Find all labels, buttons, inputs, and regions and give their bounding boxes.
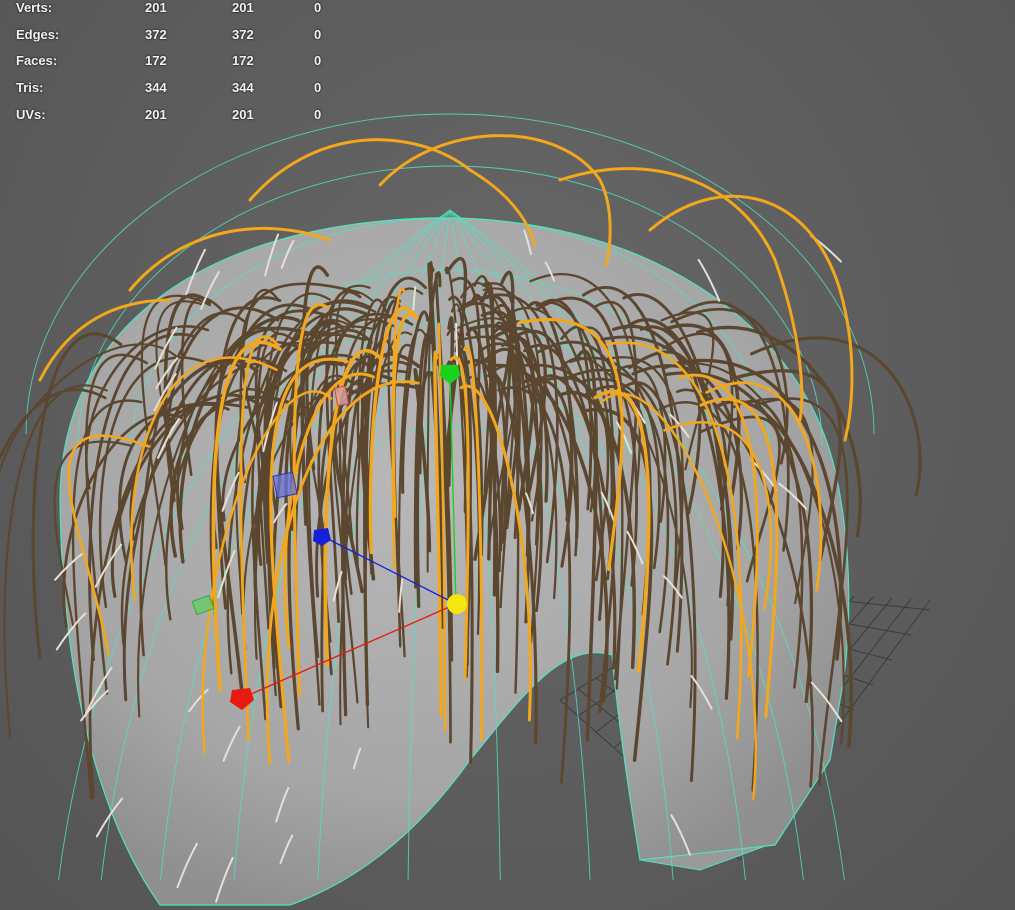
xy-plane-handle[interactable] [272, 471, 298, 499]
scene-canvas[interactable] [0, 0, 1015, 910]
hud-row: Tris: 344 344 0 [16, 74, 354, 101]
hud-row: Verts: 201 201 0 [16, 0, 354, 21]
hud-value: 344 [145, 80, 167, 96]
hud-value: 372 [145, 26, 167, 42]
hud-row: Edges: 372 372 0 [16, 21, 354, 48]
center-handle[interactable] [447, 594, 467, 614]
hud-row: UVs: 201 201 0 [16, 101, 354, 128]
3d-viewport[interactable]: Verts: 201 201 0 Edges: 372 372 0 Faces:… [0, 0, 1015, 910]
hud-value: 172 [145, 53, 167, 69]
poly-count-table: Verts: 201 201 0 Edges: 372 372 0 Faces:… [16, 0, 354, 128]
hud-value: 201 [232, 0, 254, 15]
hud-label: UVs: [16, 107, 46, 123]
hud-label: Verts: [16, 0, 53, 15]
hud-value: 372 [232, 26, 254, 42]
hud-value: 344 [232, 80, 254, 96]
hud-value: 201 [145, 0, 167, 15]
hud-value: 201 [232, 107, 254, 123]
hud-value: 0 [314, 0, 322, 15]
hud-label: Tris: [16, 80, 44, 96]
hud-value: 0 [314, 26, 322, 42]
hud-label: Faces: [16, 53, 58, 69]
hud-value: 0 [314, 107, 322, 123]
hud-value: 0 [314, 53, 322, 69]
hud-value: 201 [145, 107, 167, 123]
hud-row: Faces: 172 172 0 [16, 48, 354, 75]
hud-value: 172 [232, 53, 254, 69]
hud-label: Edges: [16, 26, 60, 42]
hud-value: 0 [314, 80, 322, 96]
poly-count-hud: Verts: 201 201 0 Edges: 372 372 0 Faces:… [16, 0, 354, 128]
